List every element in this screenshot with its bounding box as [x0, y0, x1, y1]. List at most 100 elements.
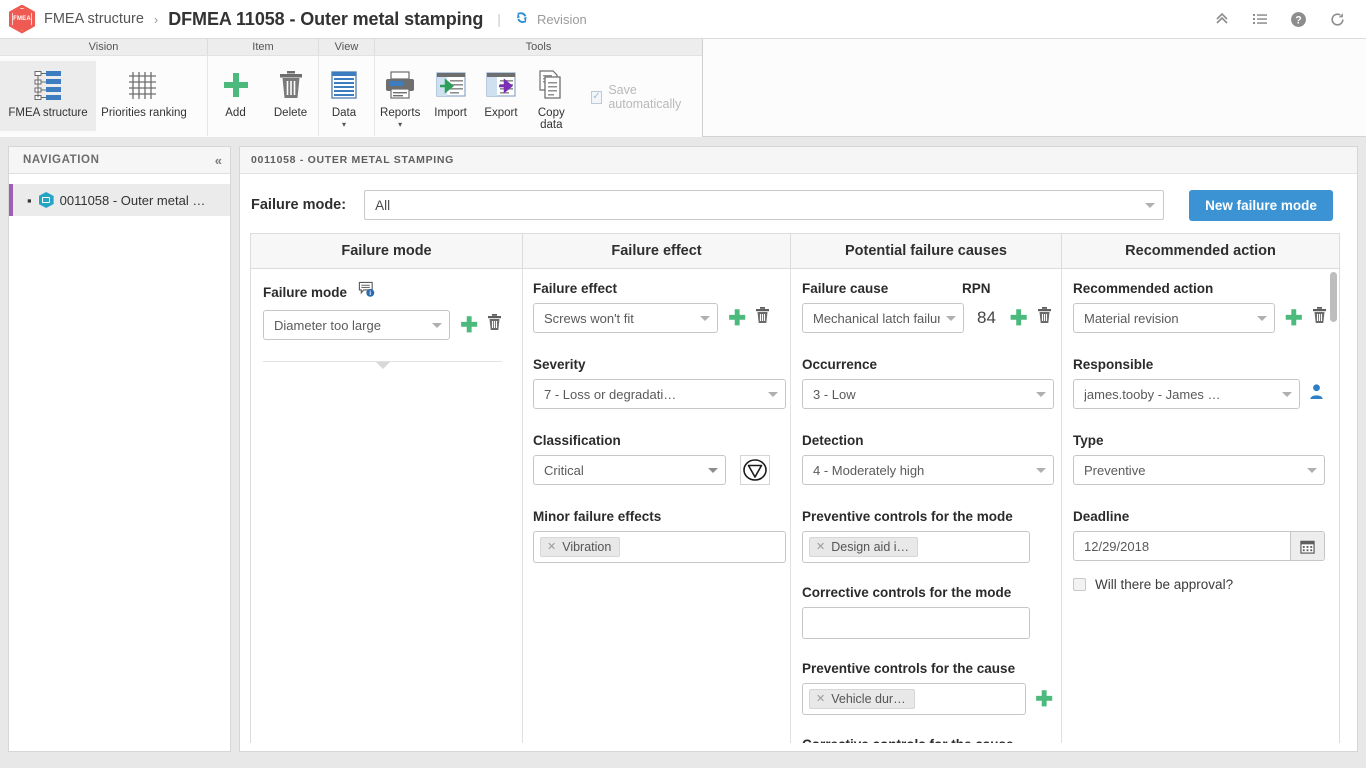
add-preventive-control-cause-icon[interactable]: ✚ [1035, 689, 1053, 710]
approval-checkbox-box[interactable] [1073, 578, 1086, 591]
minor-failure-effects-tagbox[interactable]: ✕ Vibration [533, 531, 786, 563]
data-label: Data [332, 107, 356, 119]
grid-scrollbar-thumb[interactable] [1330, 272, 1337, 322]
column-header-potential-failure-causes: Potential failure causes [791, 234, 1062, 268]
preventive-controls-mode-tagbox[interactable]: ✕ Design aid i… [802, 531, 1030, 563]
failure-effect-select[interactable]: Screws won't fit [533, 303, 718, 333]
failure-mode-filter-value: All [375, 198, 390, 213]
failure-cause-select[interactable]: Mechanical latch failure [802, 303, 964, 333]
deadline-value: 12/29/2018 [1074, 532, 1290, 560]
expand-collapse-divider[interactable] [263, 361, 502, 362]
tag-vehicle-dur[interactable]: ✕ Vehicle dur… [809, 689, 915, 709]
chevron-down-icon [1251, 316, 1267, 321]
delete-button[interactable]: Delete [263, 61, 318, 131]
add-failure-effect-icon[interactable]: ✚ [728, 308, 746, 329]
chevron-down-icon [1301, 468, 1317, 473]
add-recommended-action-icon[interactable]: ✚ [1285, 308, 1303, 329]
import-label: Import [434, 107, 467, 119]
app-logo[interactable]: FMEA [0, 5, 44, 34]
failure-cause-value: Mechanical latch failure [813, 311, 940, 326]
export-icon [485, 65, 517, 105]
detection-select[interactable]: 4 - Moderately high [802, 455, 1054, 485]
fmea-structure-button[interactable]: FMEA structure [0, 61, 96, 131]
minor-failure-effects-label: Minor failure effects [533, 509, 770, 524]
sidebar-item-outer-metal-stamping[interactable]: ▪ 0011058 - Outer metal … [9, 184, 230, 216]
breadcrumb-root[interactable]: FMEA structure [44, 11, 144, 27]
person-icon[interactable] [1308, 383, 1325, 405]
grid-icon [127, 65, 161, 105]
delete-failure-effect-icon[interactable] [755, 307, 770, 329]
new-failure-mode-button[interactable]: New failure mode [1189, 190, 1333, 221]
list-icon[interactable] [1252, 11, 1268, 27]
delete-failure-mode-icon[interactable] [487, 314, 502, 336]
deadline-field[interactable]: 12/29/2018 [1073, 531, 1325, 561]
priorities-ranking-button[interactable]: Priorities ranking [96, 61, 192, 131]
chevron-down-icon [1030, 468, 1046, 473]
comment-info-icon[interactable]: i [358, 281, 375, 303]
recommended-action-select[interactable]: Material revision [1073, 303, 1275, 333]
calendar-icon[interactable] [1290, 532, 1324, 560]
content-panel: 0011058 - OUTER METAL STAMPING Failure m… [239, 146, 1358, 752]
tag-design-aid[interactable]: ✕ Design aid i… [809, 537, 918, 557]
add-button[interactable]: Add [208, 61, 263, 131]
content-header: 0011058 - OUTER METAL STAMPING [240, 147, 1357, 174]
revision-label[interactable]: Revision [537, 12, 587, 27]
svg-text:?: ? [1295, 14, 1301, 26]
classification-value: Critical [544, 463, 584, 478]
remove-tag-icon[interactable]: ✕ [816, 694, 825, 705]
responsible-label: Responsible [1073, 357, 1329, 372]
ribbon-group-view-label: View [319, 39, 375, 55]
delete-recommended-action-icon[interactable] [1312, 307, 1327, 329]
copy-data-button[interactable]: Copy data [526, 61, 576, 131]
help-icon[interactable]: ? [1290, 11, 1307, 28]
failure-mode-label: Failure mode [263, 285, 347, 300]
chevron-down-icon [940, 316, 956, 321]
import-button[interactable]: Import [425, 61, 475, 131]
structure-node-icon [39, 192, 54, 208]
data-button[interactable]: Data ▾ [319, 61, 369, 131]
corrective-controls-mode-tagbox[interactable] [802, 607, 1030, 639]
critical-warning-icon[interactable] [740, 455, 770, 485]
revision-icon [512, 8, 533, 31]
preventive-controls-cause-tagbox[interactable]: ✕ Vehicle dur… [802, 683, 1026, 715]
tag-label: Vibration [562, 540, 611, 554]
failure-mode-filter-select[interactable]: All [364, 190, 1164, 220]
type-value: Preventive [1084, 463, 1145, 478]
reports-button[interactable]: Reports ▾ [375, 61, 425, 131]
responsible-select[interactable]: james.tooby - James … [1073, 379, 1300, 409]
refresh-icon[interactable] [1329, 11, 1346, 28]
ribbon-group-item: Add Delete [208, 56, 319, 136]
delete-failure-cause-icon[interactable] [1037, 307, 1052, 329]
remove-tag-icon[interactable]: ✕ [547, 542, 556, 553]
tag-vibration[interactable]: ✕ Vibration [540, 537, 620, 557]
failure-mode-select[interactable]: Diameter too large [263, 310, 450, 340]
corrective-controls-cause-label: Corrective controls for the cause [802, 737, 1053, 743]
grid-vertical-scrollbar[interactable] [1330, 270, 1337, 740]
navigation-header: NAVIGATION « [9, 147, 230, 174]
data-dropdown-caret-icon[interactable]: ▾ [342, 122, 346, 128]
fmea-hex-logo-icon: FMEA [9, 5, 35, 34]
top-bar: FMEA FMEA structure › DFMEA 11058 - Oute… [0, 0, 1366, 39]
ribbon-group-view: Data ▾ [319, 56, 375, 136]
approval-checkbox[interactable]: Will there be approval? [1073, 577, 1329, 592]
preventive-controls-mode-label: Preventive controls for the mode [802, 509, 1053, 524]
tree-bullet-icon: ▪ [27, 194, 32, 207]
approval-label: Will there be approval? [1095, 577, 1233, 592]
remove-tag-icon[interactable]: ✕ [816, 542, 825, 553]
collapse-panel-icon[interactable]: « [215, 153, 222, 168]
type-select[interactable]: Preventive [1073, 455, 1325, 485]
classification-select[interactable]: Critical [533, 455, 726, 485]
logo-text: FMEA [13, 16, 31, 22]
failure-mode-value: Diameter too large [274, 318, 381, 333]
reports-dropdown-caret-icon[interactable]: ▾ [398, 122, 402, 128]
add-failure-cause-icon[interactable]: ✚ [1010, 308, 1028, 329]
add-failure-mode-icon[interactable]: ✚ [460, 315, 478, 336]
ribbon-group-item-label: Item [208, 39, 319, 55]
export-button[interactable]: Export [476, 61, 526, 131]
severity-select[interactable]: 7 - Loss or degradati… [533, 379, 786, 409]
navigation-panel: NAVIGATION « ▪ 0011058 - Outer metal … [8, 146, 231, 752]
failure-cause-label: Failure cause [802, 281, 962, 296]
save-automatically-checkbox-box: ✓ [591, 91, 603, 104]
collapse-up-icon[interactable] [1214, 11, 1230, 27]
occurrence-select[interactable]: 3 - Low [802, 379, 1054, 409]
